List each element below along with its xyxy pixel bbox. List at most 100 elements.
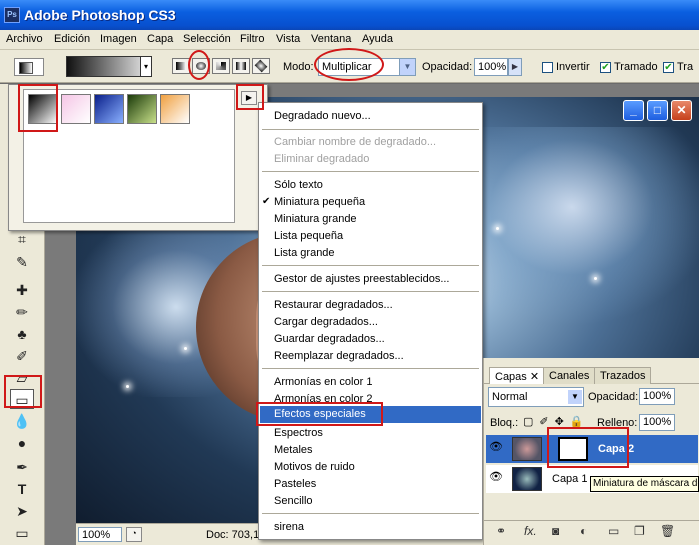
type-icon[interactable]: T xyxy=(10,479,34,499)
new-group-icon[interactable]: ▭ xyxy=(608,524,619,538)
menu-item-pastels[interactable]: Pasteles xyxy=(274,476,316,493)
window-title: Adobe Photoshop CS3 xyxy=(24,7,176,23)
eye-icon[interactable]: 👁 xyxy=(488,440,504,456)
gradient-swatch[interactable] xyxy=(127,94,157,124)
doc-info: Doc: 703,1 xyxy=(206,529,260,541)
maximize-button[interactable]: □ xyxy=(647,100,668,121)
pen-icon[interactable]: ✒ xyxy=(10,457,34,477)
blend-mode-select[interactable]: Normal ▼ xyxy=(488,387,584,407)
menu-item-rename: Cambiar nombre de degradado... xyxy=(274,136,437,148)
menu-item-metals[interactable]: Metales xyxy=(274,442,313,459)
tab-layers[interactable]: Capas ✕ xyxy=(489,367,546,384)
adjustment-layer-icon[interactable]: ◐ xyxy=(580,524,587,538)
menu-item-simple[interactable]: Sencillo xyxy=(274,493,313,510)
menu-item-new-gradient[interactable]: Degradado nuevo... xyxy=(274,108,371,125)
menu-item-reset[interactable]: Restaurar degradados... xyxy=(274,297,393,314)
menu-item-save[interactable]: Guardar degradados... xyxy=(274,331,385,348)
menu-seleccion[interactable]: Selección xyxy=(183,33,231,45)
fill-input[interactable]: 100% xyxy=(639,414,675,431)
crop-icon[interactable]: ⌗ xyxy=(10,229,34,249)
checkbox-box[interactable]: ✔ xyxy=(600,61,611,73)
menu-ventana[interactable]: Ventana xyxy=(311,33,351,45)
chevron-down-icon[interactable]: ▼ xyxy=(568,390,582,404)
gradient-swatch[interactable] xyxy=(94,94,124,124)
blend-mode-value: Normal xyxy=(492,391,528,403)
transparency-checkbox[interactable]: ✔ Tra xyxy=(663,61,693,73)
menu-separator xyxy=(262,171,479,172)
healing-brush-icon[interactable]: ✚ xyxy=(10,280,34,300)
blur-icon[interactable]: 💧 xyxy=(10,411,34,431)
menu-item-noise[interactable]: Motivos de ruido xyxy=(274,459,355,476)
menu-ayuda[interactable]: Ayuda xyxy=(362,33,393,45)
trash-icon[interactable]: 🗑 xyxy=(660,524,675,538)
menu-item-large-list[interactable]: Lista grande xyxy=(274,245,335,262)
menu-item-text-only[interactable]: Sólo texto xyxy=(274,177,323,194)
lock-label: Bloq.: xyxy=(490,417,519,429)
menu-separator xyxy=(262,368,479,369)
tab-paths[interactable]: Trazados xyxy=(594,367,652,384)
menu-filtro[interactable]: Filtro xyxy=(240,33,264,45)
fx-icon[interactable]: fx. xyxy=(524,524,537,538)
menu-item-delete: Eliminar degradado xyxy=(274,153,370,165)
menu-item-replace[interactable]: Reemplazar degradados... xyxy=(274,348,404,365)
menu-capa[interactable]: Capa xyxy=(147,33,173,45)
menu-imagen[interactable]: Imagen xyxy=(100,33,137,45)
opacity-input[interactable]: 100% xyxy=(474,58,508,76)
layers-bottom-bar: ⚭ fx. ◙ ◐ ▭ ❐ 🗑 xyxy=(484,520,699,542)
dither-checkbox[interactable]: ✔ Tramado xyxy=(600,61,658,73)
layer-thumbnail[interactable] xyxy=(512,467,542,491)
star xyxy=(594,277,597,280)
chevron-down-icon[interactable]: ▾ xyxy=(140,57,151,76)
layers-opacity-label: Opacidad: xyxy=(588,391,639,403)
shape-icon[interactable]: ▭ xyxy=(10,523,34,543)
clone-stamp-icon[interactable]: ♣ xyxy=(10,324,34,344)
gradient-swatch[interactable] xyxy=(160,94,190,124)
link-icon[interactable]: ⚭ xyxy=(496,524,506,538)
angle-gradient-button[interactable] xyxy=(212,58,230,74)
navigator-icon[interactable]: ◔ xyxy=(126,527,142,542)
menu-item-large-thumbnail[interactable]: Miniatura grande xyxy=(274,211,357,228)
tab-channels[interactable]: Canales xyxy=(543,367,596,384)
menu-item-preset-manager[interactable]: Gestor de ajustes preestablecidos... xyxy=(274,271,449,288)
layer-thumbnail[interactable] xyxy=(512,437,542,461)
star xyxy=(496,227,499,230)
chevron-down-icon[interactable]: ▼ xyxy=(399,59,415,75)
menu-item-spectrums[interactable]: Espectros xyxy=(274,425,323,442)
close-button[interactable]: ✕ xyxy=(671,100,692,121)
menu-separator xyxy=(262,129,479,130)
menu-item-small-list[interactable]: Lista pequeña xyxy=(274,228,343,245)
invert-checkbox[interactable]: Invertir xyxy=(542,61,590,73)
reflected-gradient-button[interactable] xyxy=(232,58,250,74)
menu-edicion[interactable]: Edición xyxy=(54,33,90,45)
add-mask-icon[interactable]: ◙ xyxy=(552,524,559,538)
checkbox-box[interactable] xyxy=(542,61,553,73)
menu-item-sirena[interactable]: sirena xyxy=(274,519,304,536)
nebula-image xyxy=(476,127,699,327)
brush-icon[interactable]: ✏ xyxy=(10,302,34,322)
gradient-picker[interactable]: ▾ xyxy=(66,56,152,77)
star xyxy=(126,385,129,388)
diamond-gradient-button[interactable] xyxy=(252,58,270,74)
menu-item-load[interactable]: Cargar degradados... xyxy=(274,314,378,331)
checkbox-box[interactable]: ✔ xyxy=(663,61,674,73)
menu-vista[interactable]: Vista xyxy=(276,33,300,45)
invert-label: Invertir xyxy=(556,61,590,73)
new-layer-icon[interactable]: ❐ xyxy=(634,524,645,538)
eye-icon[interactable]: 👁 xyxy=(488,470,504,486)
menu-item-harmonies-1[interactable]: Armonías en color 1 xyxy=(274,374,372,391)
tool-preset-picker[interactable] xyxy=(14,58,44,76)
path-selection-icon[interactable]: ➤ xyxy=(10,501,34,521)
history-brush-icon[interactable]: ✐ xyxy=(10,346,34,366)
menu-item-small-thumbnail[interactable]: Miniatura pequeña xyxy=(274,194,365,211)
eyedropper-icon[interactable]: ✎ xyxy=(10,252,34,272)
opacity-slider-button[interactable]: ▶ xyxy=(508,58,522,76)
dodge-icon[interactable]: ● xyxy=(10,433,34,453)
menu-separator xyxy=(262,291,479,292)
menu-archivo[interactable]: Archivo xyxy=(6,33,43,45)
zoom-field[interactable]: 100% xyxy=(78,527,122,542)
opacity-label: Opacidad: xyxy=(422,61,473,73)
star xyxy=(184,347,187,350)
gradient-swatch[interactable] xyxy=(61,94,91,124)
minimize-button[interactable]: _ xyxy=(623,100,644,121)
layers-opacity-input[interactable]: 100% xyxy=(639,388,675,405)
